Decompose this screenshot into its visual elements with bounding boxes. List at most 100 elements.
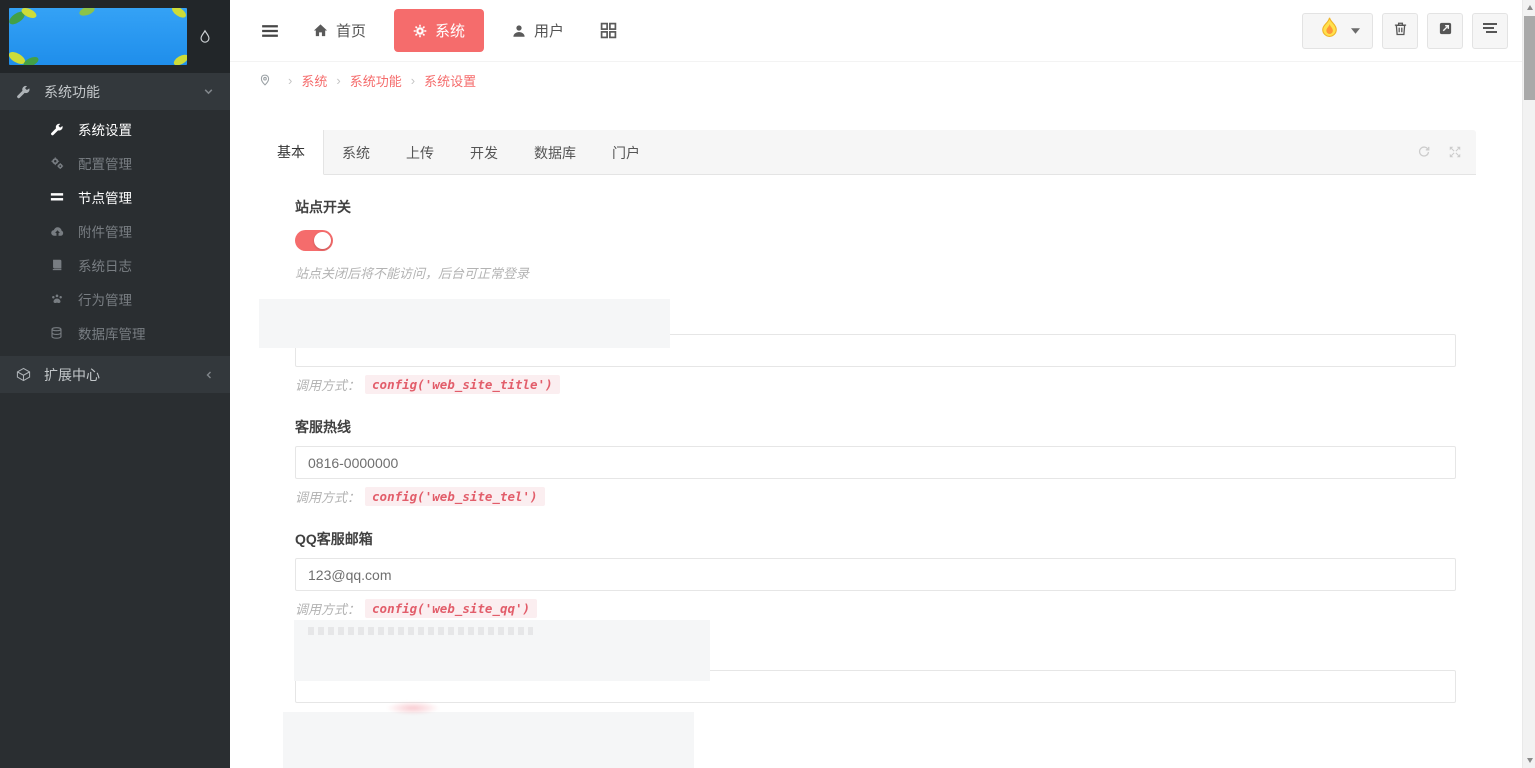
tab-portal[interactable]: 门户 xyxy=(594,130,658,175)
chevron-left-icon xyxy=(204,370,214,380)
blurred-pink-artifact xyxy=(386,701,440,715)
navbar-right-tools xyxy=(1302,13,1508,49)
tab-upload[interactable]: 上传 xyxy=(388,130,452,175)
call-prefix: 调用方式： xyxy=(295,599,360,618)
sidebar-menu-extension-center[interactable]: 扩展中心 xyxy=(0,356,230,393)
sidebar-item-label: 行为管理 xyxy=(78,289,132,309)
config-code: config('web_site_qq') xyxy=(365,599,537,618)
field-site-tel: 客服热线 调用方式： config('web_site_tel') xyxy=(295,417,1476,506)
nav-item-system[interactable]: 系统 xyxy=(394,9,484,52)
sidebar-item-attachment-management[interactable]: 附件管理 xyxy=(0,214,230,248)
behavior-paw-icon xyxy=(50,292,67,306)
sidebar-item-label: 配置管理 xyxy=(78,153,132,173)
open-frontend-button[interactable] xyxy=(1427,13,1463,49)
sidebar-item-label: 节点管理 xyxy=(78,187,132,207)
field-site-qq: QQ客服邮箱 调用方式： config('web_site_qq') xyxy=(295,529,1476,618)
sidebar-item-database-management[interactable]: 数据库管理 xyxy=(0,316,230,350)
toggle-knob xyxy=(314,232,331,249)
field-label: 站点开关 xyxy=(295,197,1476,217)
config-code: config('web_site_tel') xyxy=(365,487,545,506)
list-icon xyxy=(50,190,67,204)
nav-item-label: 用户 xyxy=(534,20,564,41)
menu-header-label: 系统功能 xyxy=(44,82,100,102)
breadcrumb-link-system[interactable]: 系统 xyxy=(301,71,327,90)
blurred-text-artifact xyxy=(308,627,533,635)
scrollbar-down-arrow[interactable] xyxy=(1523,753,1535,768)
sidebar-item-system-settings[interactable]: 系统设置 xyxy=(0,112,230,146)
redacted-region-site-logo xyxy=(283,712,694,768)
sidebar-item-label: 系统日志 xyxy=(78,255,132,275)
list-lines-icon xyxy=(1482,20,1498,41)
water-drop-icon[interactable] xyxy=(198,28,212,45)
scrollbar-up-arrow[interactable] xyxy=(1523,0,1535,15)
call-prefix: 调用方式： xyxy=(295,487,360,506)
field-help-text: 调用方式： config('web_site_title') xyxy=(295,375,1476,394)
settings-tabbar: 基本 系统 上传 开发 数据库 门户 xyxy=(259,130,1476,175)
log-book-icon xyxy=(50,258,67,272)
field-label: QQ客服邮箱 xyxy=(295,529,1476,549)
nav-item-label: 首页 xyxy=(336,20,366,41)
admin-page: 系统功能 系统设置 配置管理 xyxy=(0,0,1535,768)
field-help-text: 调用方式： config('web_site_qq') xyxy=(295,599,1476,618)
wrench-icon xyxy=(50,122,67,136)
sidebar-item-label: 数据库管理 xyxy=(78,323,146,343)
field-site-switch: 站点开关 站点关闭后将不能访问，后台可正常登录 xyxy=(295,197,1476,282)
cogs-icon xyxy=(50,156,67,170)
home-icon xyxy=(313,23,328,38)
site-logo-image[interactable] xyxy=(9,8,187,65)
tab-basic[interactable]: 基本 xyxy=(259,130,324,175)
logo-strip xyxy=(0,0,230,73)
field-help-text: 调用方式： config('web_site_tel') xyxy=(295,487,1476,506)
user-icon xyxy=(512,24,526,38)
breadcrumb-link-system-settings[interactable]: 系统设置 xyxy=(424,71,476,90)
sidebar-item-label: 系统设置 xyxy=(78,119,132,139)
extension-cube-icon xyxy=(16,367,33,382)
tab-develop[interactable]: 开发 xyxy=(452,130,516,175)
cloud-upload-icon xyxy=(50,224,67,239)
sidebar-item-behavior-management[interactable]: 行为管理 xyxy=(0,282,230,316)
redacted-region-site-slogan xyxy=(294,620,710,681)
field-help-text: 站点关闭后将不能访问，后台可正常登录 xyxy=(295,263,1476,282)
sidebar-item-config-management[interactable]: 配置管理 xyxy=(0,146,230,180)
breadcrumb-separator: › xyxy=(411,73,415,88)
flame-icon xyxy=(1316,15,1343,47)
config-code: config('web_site_title') xyxy=(365,375,560,394)
sidebar-item-node-management[interactable]: 节点管理 xyxy=(0,180,230,214)
tab-system[interactable]: 系统 xyxy=(324,130,388,175)
database-icon xyxy=(50,326,67,340)
redacted-region-site-title xyxy=(259,299,670,348)
top-navbar: 首页 系统 用户 xyxy=(230,0,1535,62)
fullscreen-icon[interactable] xyxy=(1448,145,1462,159)
site-tel-input[interactable] xyxy=(295,446,1456,479)
sidebar-item-system-log[interactable]: 系统日志 xyxy=(0,248,230,282)
apps-grid-icon[interactable] xyxy=(594,16,623,45)
extension-center-label: 扩展中心 xyxy=(44,365,100,385)
nav-item-home[interactable]: 首页 xyxy=(299,10,380,51)
breadcrumb: › 系统 › 系统功能 › 系统设置 xyxy=(230,62,1522,98)
panel-tools xyxy=(1417,130,1476,174)
site-qq-input[interactable] xyxy=(295,558,1456,591)
sidebar-toggle-icon[interactable] xyxy=(255,16,285,46)
breadcrumb-separator: › xyxy=(288,73,292,88)
trash-icon xyxy=(1393,21,1408,41)
breadcrumb-separator: › xyxy=(336,73,340,88)
nav-item-label: 系统 xyxy=(435,20,465,41)
wrench-icon xyxy=(16,84,33,99)
site-switch-toggle[interactable] xyxy=(295,230,333,251)
theme-flame-dropdown-button[interactable] xyxy=(1302,13,1373,49)
call-prefix: 调用方式： xyxy=(295,375,360,394)
breadcrumb-link-system-functions[interactable]: 系统功能 xyxy=(350,71,402,90)
tab-database[interactable]: 数据库 xyxy=(516,130,594,175)
nav-item-user[interactable]: 用户 xyxy=(498,10,578,51)
gear-icon xyxy=(413,24,427,38)
page-scrollbar[interactable] xyxy=(1522,0,1535,768)
field-label: 客服热线 xyxy=(295,417,1476,437)
clear-cache-trash-button[interactable] xyxy=(1382,13,1418,49)
menu-list-button[interactable] xyxy=(1472,13,1508,49)
caret-down-icon xyxy=(1351,28,1360,34)
scrollbar-thumb[interactable] xyxy=(1524,16,1535,100)
sidebar-menu-system-functions[interactable]: 系统功能 xyxy=(0,73,230,110)
sidebar: 系统功能 系统设置 配置管理 xyxy=(0,0,230,768)
external-link-icon xyxy=(1438,21,1453,41)
refresh-icon[interactable] xyxy=(1417,145,1431,159)
